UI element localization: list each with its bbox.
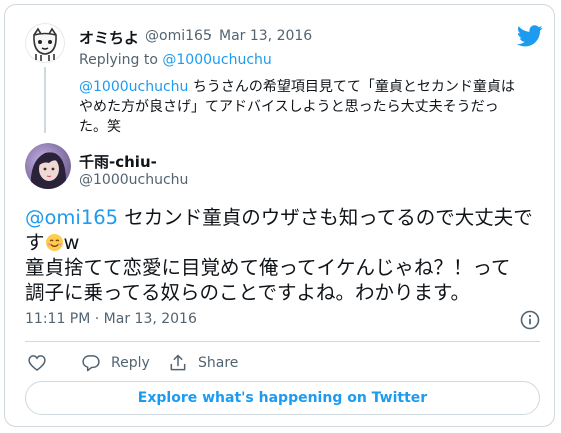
- reply-button[interactable]: Reply: [81, 353, 150, 373]
- speech-bubble-icon: [82, 355, 100, 372]
- share-icon: [170, 354, 186, 371]
- replying-to-mention[interactable]: @1000uchuchu: [162, 52, 271, 68]
- main-text-mention[interactable]: @omi165: [25, 206, 118, 229]
- heart-icon: [28, 355, 46, 372]
- main-author-handle[interactable]: @1000uchuchu: [79, 172, 188, 188]
- main-text-line3: 童貞捨てて恋愛に目覚めて俺ってイケんじゃね？！って: [25, 256, 511, 279]
- replying-to-line: Replying to @1000uchuchu: [79, 52, 272, 68]
- quoted-tweet-text: @1000uchuchu ちうさんの希望項目見てて「童貞とセカンド童貞は やめた…: [79, 77, 543, 137]
- main-author-avatar[interactable]: [25, 143, 71, 189]
- twitter-bird-icon[interactable]: [516, 25, 543, 47]
- actions-divider: [25, 341, 540, 342]
- main-text-part2: す: [25, 231, 45, 254]
- meta-separator: ·: [208, 28, 213, 44]
- quoted-text-mention[interactable]: @1000uchuchu: [79, 79, 188, 95]
- quoted-text-line1: ちうさんの希望項目見てて「童貞とセカンド童貞は: [188, 79, 515, 95]
- info-icon[interactable]: [519, 309, 541, 331]
- share-label: Share: [198, 355, 239, 371]
- thread-connector-line: [44, 67, 46, 133]
- quoted-text-line2: やめた方が良さげ」てアドバイスしようと思ったら大丈夫そうだっ: [79, 99, 499, 115]
- share-button[interactable]: Share: [168, 353, 238, 373]
- smiling-face-with-hearts-emoji-icon: [45, 233, 64, 252]
- reply-label: Reply: [111, 355, 150, 371]
- tweet-timestamp[interactable]: 11:11 PM · Mar 13, 2016: [25, 311, 197, 327]
- main-tweet-text: @omi165 セカンド童貞のウザさも知ってるので大丈夫で すw 童貞捨てて恋愛…: [25, 205, 545, 305]
- quoted-author-avatar[interactable]: [25, 23, 65, 63]
- quoted-tweet-date[interactable]: Mar 13, 2016: [219, 28, 312, 44]
- like-button[interactable]: [27, 353, 57, 373]
- main-text-part3: w: [63, 231, 80, 254]
- main-author-name[interactable]: 千雨-chiu-: [79, 151, 157, 172]
- replying-to-prefix: Replying to: [79, 52, 163, 68]
- tweet-embed-card: オミちよ @omi165 · Mar 13, 2016 Replying to …: [4, 4, 555, 427]
- main-text-line4: 調子に乗ってる奴らのことですよね。わかります。: [25, 281, 470, 304]
- quoted-text-line3: た。笑: [79, 119, 121, 135]
- explore-twitter-button[interactable]: Explore what's happening on Twitter: [25, 381, 540, 415]
- quoted-author-name[interactable]: オミちよ: [79, 27, 139, 48]
- main-text-part1: セカンド童貞のウザさも知ってるので大丈夫で: [118, 206, 533, 229]
- quoted-author-handle[interactable]: @omi165: [145, 28, 212, 44]
